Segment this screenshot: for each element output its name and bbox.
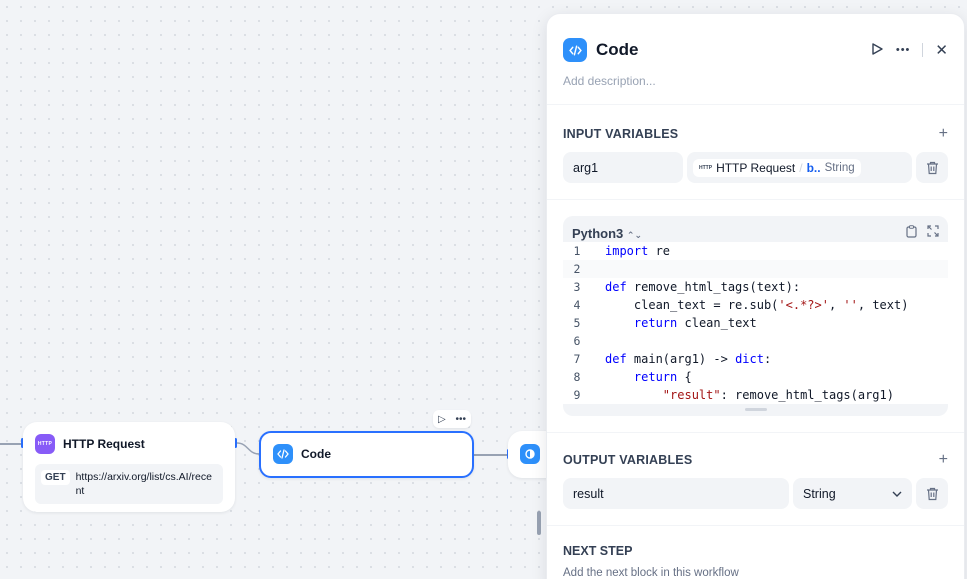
code-line: 4 clean_text = re.sub('<.*?>', '', text) — [573, 298, 909, 312]
next-step-description: Add the next block in this workflow — [563, 567, 739, 579]
http-node-title: HTTP Request — [63, 437, 145, 451]
edge-http-to-code — [236, 442, 260, 455]
input-variable-source-picker[interactable]: HTTP HTTP Request / b.. String — [687, 152, 912, 183]
node-config-panel: Code ••• ✕ Add description... INPUT VARI… — [546, 13, 965, 579]
http-request-node[interactable]: HTTP HTTP Request GET https://arxiv.org/… — [23, 422, 235, 512]
code-node-title: Code — [301, 447, 331, 461]
variable-reference: HTTP HTTP Request / b.. String — [693, 158, 861, 177]
close-icon[interactable]: ✕ — [935, 41, 948, 59]
output-variable-type: String — [803, 486, 836, 501]
code-editor[interactable]: Python3 ⌃⌄ 1 import re 2 3 def remove_html… — [563, 216, 948, 416]
output-variable-type-select[interactable]: String — [793, 478, 912, 509]
code-line: 6 — [573, 334, 581, 348]
source-node-name: HTTP Request — [716, 160, 796, 175]
http-method-badge: GET — [41, 470, 70, 485]
code-line: 1 import re — [573, 244, 671, 258]
language-selector[interactable]: Python3 ⌃⌄ — [572, 226, 642, 241]
canvas-resize-handle[interactable] — [537, 511, 541, 535]
code-icon — [273, 444, 293, 464]
output-variables-title: OUTPUT VARIABLES — [563, 453, 693, 467]
edge-code-to-next — [474, 454, 508, 456]
code-line-text: def main(arg1) -> dict: — [605, 352, 772, 366]
more-options-icon[interactable]: ••• — [896, 44, 911, 56]
output-variable-row: result String — [547, 478, 964, 509]
code-line-text: "result": remove_html_tags(arg1) — [662, 388, 894, 402]
code-line-text: def remove_html_tags(text): — [605, 280, 801, 294]
run-node-icon[interactable] — [870, 42, 884, 59]
trash-icon — [926, 487, 938, 500]
code-node[interactable]: Code — [259, 431, 474, 478]
delete-output-variable-button[interactable] — [916, 478, 948, 509]
trash-icon — [926, 161, 938, 174]
editor-resize-handle[interactable] — [744, 408, 767, 411]
chevron-down-icon — [892, 488, 902, 500]
delete-input-variable-button[interactable] — [916, 152, 948, 183]
add-input-variable-icon[interactable]: + — [939, 125, 948, 143]
code-line: 2 — [563, 260, 948, 278]
http-request-summary: GET https://arxiv.org/list/cs.AI/recent — [35, 464, 223, 504]
expand-icon[interactable] — [927, 225, 939, 241]
run-node-icon[interactable]: ▷ — [438, 414, 446, 425]
code-line-text: return clean_text — [633, 316, 757, 330]
code-lines[interactable]: 1 import re 2 3 def remove_html_tags(text)… — [563, 242, 948, 404]
input-variable-name[interactable]: arg1 — [563, 152, 683, 183]
code-line: 8 return { — [573, 370, 692, 384]
output-variable-name[interactable]: result — [563, 478, 789, 509]
more-options-icon[interactable]: ••• — [456, 414, 467, 425]
input-variables-title: INPUT VARIABLES — [563, 127, 679, 141]
http-icon: HTTP — [699, 164, 713, 171]
edge-incoming — [0, 443, 22, 445]
source-variable-key: b.. — [806, 160, 821, 175]
separator: / — [799, 160, 803, 175]
code-line-text: import re — [605, 244, 671, 258]
http-url: https://arxiv.org/list/cs.AI/recent — [75, 471, 212, 497]
source-variable-type: String — [824, 161, 855, 174]
next-step-title: NEXT STEP — [563, 544, 633, 558]
input-variable-row: arg1 HTTP HTTP Request / b.. String — [547, 152, 964, 183]
copy-icon[interactable] — [906, 225, 917, 241]
code-icon — [563, 38, 587, 62]
code-line: 5 return clean_text — [573, 316, 757, 330]
code-line: 7 def main(arg1) -> dict: — [573, 352, 772, 366]
code-line-text: clean_text = re.sub('<.*?>', '', text) — [605, 298, 909, 312]
http-icon: HTTP — [35, 434, 55, 454]
add-output-variable-icon[interactable]: + — [939, 451, 948, 469]
code-line-text: return { — [633, 370, 692, 384]
llm-icon — [520, 444, 540, 464]
code-node-toolbar: ▷ ••• — [433, 410, 471, 428]
description-input[interactable]: Add description... — [547, 70, 964, 104]
panel-title[interactable]: Code — [596, 40, 870, 60]
code-line: 3 def remove_html_tags(text): — [573, 280, 801, 294]
code-line: 9 "result": remove_html_tags(arg1) — [573, 388, 894, 402]
divider — [922, 43, 924, 57]
